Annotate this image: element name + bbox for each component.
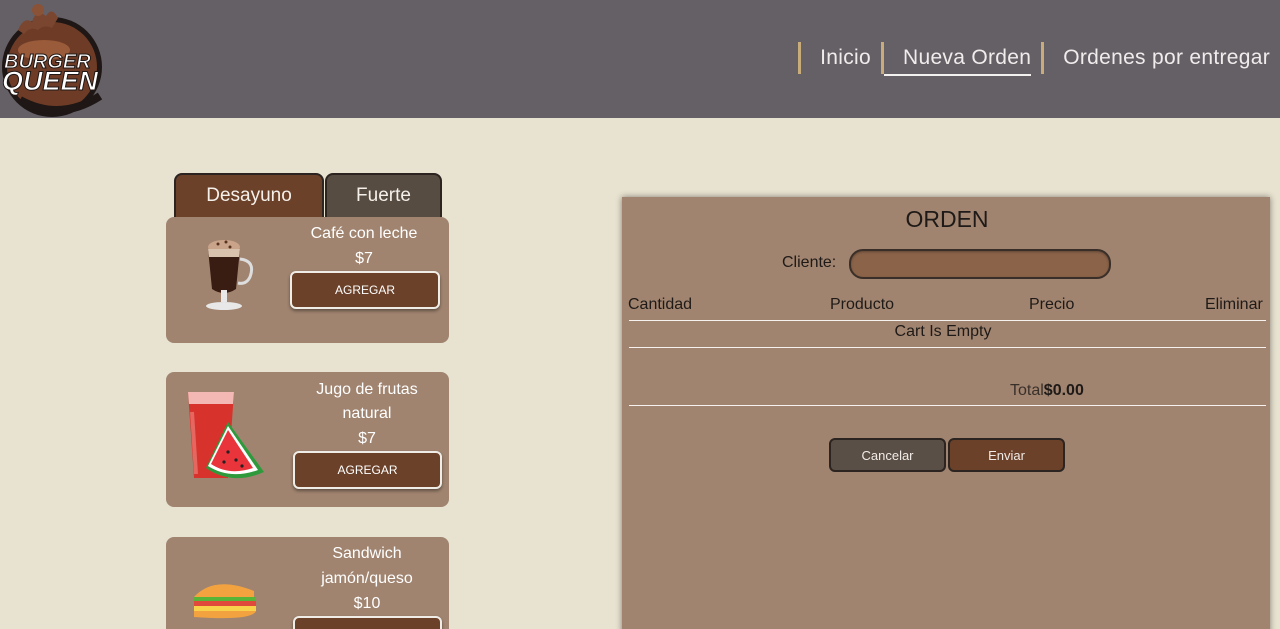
juice-icon <box>188 392 264 479</box>
burger-queen-logo[interactable]: BURGER QUEEN <box>0 0 120 118</box>
column-header-precio: Precio <box>1029 296 1075 313</box>
cancel-button[interactable]: Cancelar <box>829 438 946 472</box>
order-total: Total$0.00 <box>1010 382 1084 400</box>
total-label: Total <box>1010 382 1044 399</box>
column-header-eliminar: Eliminar <box>1205 296 1263 313</box>
coffee-icon <box>206 240 254 310</box>
product-card-cafe: Café con leche $7 AGREGAR <box>166 217 449 343</box>
product-name-line2: jamón/queso <box>321 570 413 587</box>
product-price: $10 <box>353 595 381 612</box>
total-value: $0.00 <box>1043 382 1084 399</box>
product-name-line1: Jugo de frutas <box>316 381 418 398</box>
divider <box>629 320 1266 321</box>
product-price: $7 <box>358 430 376 447</box>
add-sandwich-button[interactable]: AGREGAR <box>293 616 442 629</box>
column-header-cantidad: Cantidad <box>628 296 693 313</box>
sandwich-icon <box>194 584 256 619</box>
product-name-line2: natural <box>342 405 392 422</box>
nav-item-ordenes-por-entregar[interactable]: Ordenes por entregar <box>1041 42 1280 74</box>
menu-tabs: Desayuno Fuerte <box>174 173 442 217</box>
svg-text:QUEEN: QUEEN <box>2 66 99 96</box>
add-jugo-button[interactable]: AGREGAR <box>293 451 442 489</box>
tab-fuerte[interactable]: Fuerte <box>325 173 442 217</box>
column-header-producto: Producto <box>830 296 895 313</box>
client-input[interactable] <box>849 249 1111 279</box>
product-name: Café con leche <box>310 225 418 242</box>
client-label: Cliente: <box>782 254 837 271</box>
empty-cart-message: Cart Is Empty <box>894 323 992 340</box>
divider <box>629 405 1266 406</box>
product-card-jugo: Jugo de frutas natural $7 AGREGAR <box>166 372 449 507</box>
divider <box>629 347 1266 348</box>
app-header: BURGER QUEEN Inicio Nueva Orden Ordenes … <box>0 0 1280 118</box>
add-cafe-button[interactable]: AGREGAR <box>290 271 440 309</box>
nav-item-inicio[interactable]: Inicio <box>798 42 881 74</box>
send-button[interactable]: Enviar <box>948 438 1065 472</box>
product-card-sandwich: Sandwich jamón/queso $10 AGREGAR <box>166 537 449 629</box>
order-panel: ORDEN Cliente: Cantidad Producto Precio … <box>622 197 1270 629</box>
main-nav: Inicio Nueva Orden Ordenes por entregar <box>798 42 1280 76</box>
tab-desayuno[interactable]: Desayuno <box>174 173 324 217</box>
order-title: ORDEN <box>905 206 989 232</box>
nav-item-nueva-orden[interactable]: Nueva Orden <box>881 42 1041 76</box>
product-name-line1: Sandwich <box>332 545 402 562</box>
product-price: $7 <box>355 250 373 267</box>
